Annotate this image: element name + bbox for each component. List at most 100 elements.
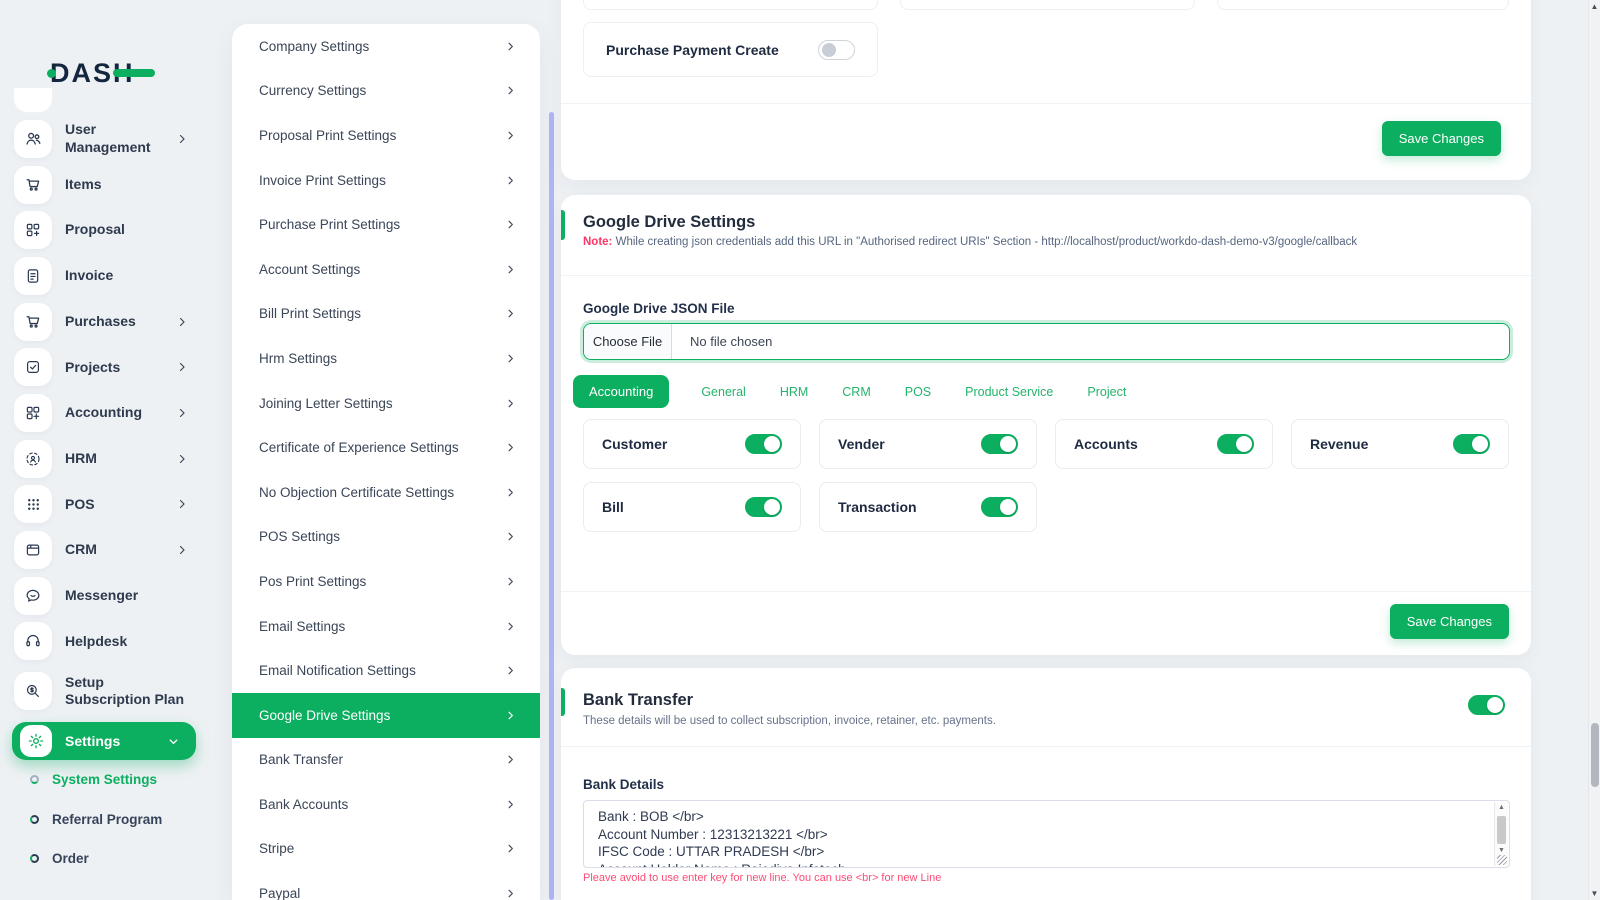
menu-item-hrm-settings[interactable]: Hrm Settings (232, 336, 540, 381)
chevron-right-icon (505, 353, 516, 364)
menu-item-no-objection-certificate-settings[interactable]: No Objection Certificate Settings (232, 470, 540, 515)
save-changes-button[interactable]: Save Changes (1389, 604, 1509, 639)
menu-item-email-notification-settings[interactable]: Email Notification Settings (232, 648, 540, 693)
tab-pos[interactable]: POS (903, 377, 933, 407)
menu-item-account-settings[interactable]: Account Settings (232, 247, 540, 292)
bank-transfer-toggle[interactable] (1468, 695, 1505, 715)
menu-item-email-settings[interactable]: Email Settings (232, 604, 540, 649)
chevron-right-icon (505, 175, 516, 186)
tab-project[interactable]: Project (1085, 377, 1128, 407)
revenue-toggle[interactable] (1453, 434, 1490, 454)
menu-item-joining-letter-settings[interactable]: Joining Letter Settings (232, 381, 540, 426)
bill-toggle-card: Bill (583, 482, 801, 532)
bank-details-textarea[interactable]: Bank : BOB </br> Account Number : 123132… (583, 800, 1510, 868)
page-scrollbar-thumb[interactable] (1591, 723, 1599, 787)
menu-item-invoice-print-settings[interactable]: Invoice Print Settings (232, 158, 540, 203)
menu-item-company-settings[interactable]: Company Settings (232, 24, 540, 69)
chevron-down-icon (167, 735, 180, 748)
menu-item-proposal-print-settings[interactable]: Proposal Print Settings (232, 113, 540, 158)
chevron-right-icon (505, 843, 516, 854)
chevron-right-icon (505, 799, 516, 810)
menu-item-stripe[interactable]: Stripe (232, 827, 540, 872)
tab-accounting[interactable]: Accounting (573, 375, 670, 408)
tab-hrm[interactable]: HRM (778, 377, 810, 407)
menu-item-paypal[interactable]: Paypal (232, 871, 540, 900)
chevron-right-icon (505, 308, 516, 319)
bullet-icon (30, 775, 39, 785)
menu-item-currency-settings[interactable]: Currency Settings (232, 69, 540, 114)
tab-product-service[interactable]: Product Service (963, 377, 1055, 407)
tab-crm[interactable]: CRM (840, 377, 872, 407)
sidebar-item-items[interactable]: Items (0, 162, 208, 208)
menu-item-purchase-print-settings[interactable]: Purchase Print Settings (232, 202, 540, 247)
cutoff-setting-box (583, 0, 878, 10)
logo-green-dot (47, 69, 56, 78)
menu-item-google-drive-settings[interactable]: Google Drive Settings (232, 692, 540, 738)
vender-toggle[interactable] (981, 434, 1018, 454)
scroll-up-icon[interactable]: ▲ (1589, 2, 1600, 11)
menu-item-pos-print-settings[interactable]: Pos Print Settings (232, 559, 540, 604)
purchase-payment-create-box: Purchase Payment Create (583, 22, 878, 77)
sidebar-item-projects[interactable]: Projects (0, 344, 208, 390)
sidebar-item-helpdesk[interactable]: Helpdesk (0, 619, 208, 665)
sidebar-item-messenger[interactable]: Messenger (0, 573, 208, 619)
google-drive-json-file-input[interactable]: Choose File No file chosen (583, 323, 1510, 360)
customer-toggle-card: Customer (583, 419, 801, 469)
chevron-right-icon (505, 710, 516, 721)
sidebar-subitem-system-settings[interactable]: System Settings (0, 760, 208, 799)
chevron-right-icon (176, 498, 188, 510)
sidebar-item-proposal[interactable]: Proposal (0, 207, 208, 253)
menu-item-bank-transfer[interactable]: Bank Transfer (232, 738, 540, 783)
sidebar-item-pos[interactable]: POS (0, 482, 208, 528)
chevron-right-icon (505, 41, 516, 52)
menu-item-bill-print-settings[interactable]: Bill Print Settings (232, 292, 540, 337)
chevron-right-icon (176, 133, 188, 145)
tab-general[interactable]: General (699, 377, 747, 407)
save-changes-button[interactable]: Save Changes (1381, 121, 1501, 156)
users-icon (14, 119, 52, 158)
magnifier-dollar-icon (14, 672, 52, 711)
module-tabs: Accounting General HRM CRM POS Product S… (573, 375, 1128, 408)
chevron-right-icon (505, 398, 516, 409)
chevron-right-icon (176, 544, 188, 556)
choose-file-button[interactable]: Choose File (584, 324, 672, 359)
sidebar-item-user-management[interactable]: User Management (0, 116, 208, 162)
bank-transfer-card: Bank Transfer These details will be used… (561, 668, 1531, 900)
sidebar-item-purchases[interactable]: Purchases (0, 299, 208, 345)
bill-toggle[interactable] (745, 497, 782, 517)
scroll-down-icon[interactable]: ▼ (1495, 847, 1508, 854)
transaction-toggle[interactable] (981, 497, 1018, 517)
sidebar-item-invoice[interactable]: Invoice (0, 253, 208, 299)
sidebar-item-hrm[interactable]: HRM (0, 436, 208, 482)
menu-item-bank-accounts[interactable]: Bank Accounts (232, 782, 540, 827)
bank-details-label: Bank Details (583, 777, 665, 792)
sidebar-item-crm[interactable]: CRM (0, 527, 208, 573)
settings-menu-scrollbar-thumb[interactable] (549, 112, 554, 900)
sidebar-subitem-referral-program[interactable]: Referral Program (0, 800, 208, 839)
menu-item-certificate-of-experience-settings[interactable]: Certificate of Experience Settings (232, 425, 540, 470)
sidebar-subitem-order[interactable]: Order (0, 839, 208, 878)
cutoff-setting-box (1217, 0, 1509, 10)
chevron-right-icon (505, 219, 516, 230)
sidebar-item-accounting[interactable]: Accounting (0, 390, 208, 436)
sidebar-item-setup-subscription-plan[interactable]: Setup Subscription Plan (0, 664, 208, 718)
chevron-right-icon (505, 888, 516, 899)
module-toggle-grid: Customer Vender Accounts Revenue Bill Tr… (583, 419, 1509, 532)
chevron-right-icon (505, 130, 516, 141)
chevron-right-icon (505, 442, 516, 453)
purchase-payment-create-toggle[interactable] (818, 39, 855, 60)
scroll-up-icon[interactable]: ▲ (1495, 804, 1508, 811)
card-title: Google Drive Settings (583, 213, 756, 231)
page-scrollbar[interactable]: ▲ ▼ (1588, 0, 1600, 900)
chevron-right-icon (505, 531, 516, 542)
accounts-toggle[interactable] (1217, 434, 1254, 454)
menu-item-pos-settings[interactable]: POS Settings (232, 515, 540, 560)
scroll-down-icon[interactable]: ▼ (1589, 889, 1600, 898)
textarea-scrollbar-thumb[interactable] (1497, 816, 1506, 844)
sidebar-nav: User Management Items Proposal Invoice P… (0, 116, 208, 878)
resize-grip-icon[interactable] (1497, 855, 1507, 865)
cart-icon (14, 302, 52, 341)
sidebar-item-settings[interactable]: Settings (12, 722, 196, 761)
customer-toggle[interactable] (745, 434, 782, 454)
chevron-right-icon (505, 85, 516, 96)
